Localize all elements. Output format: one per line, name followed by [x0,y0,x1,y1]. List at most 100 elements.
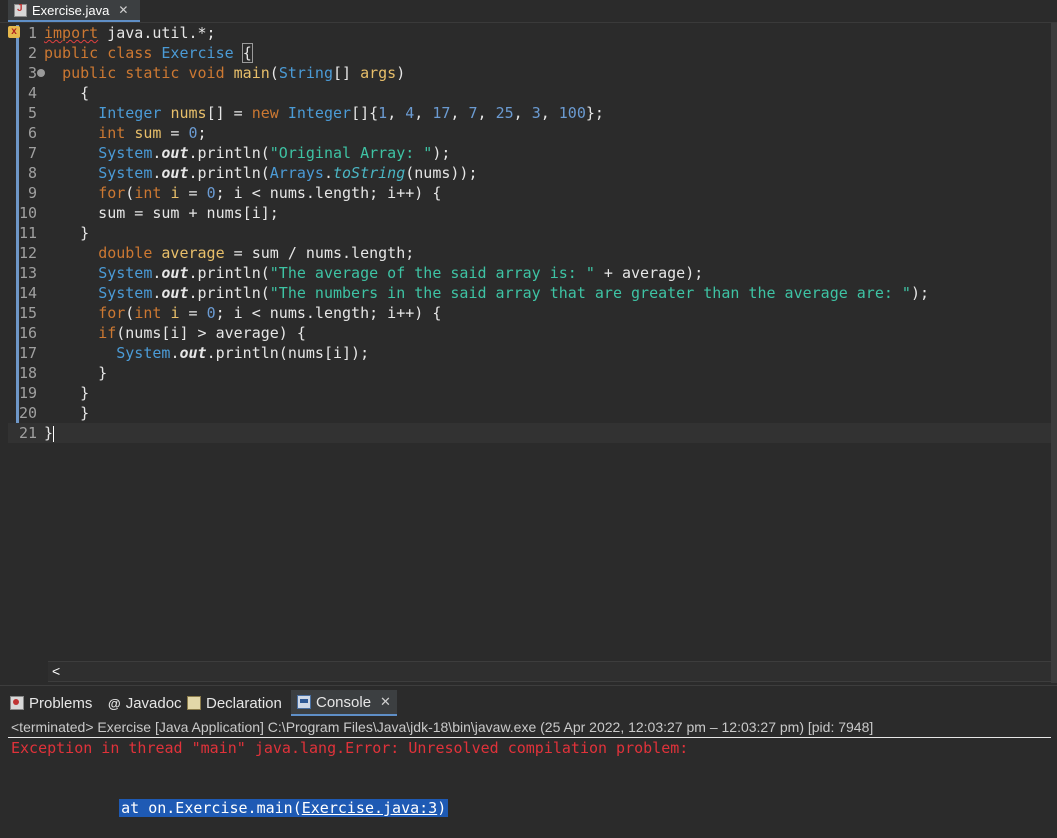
code-line[interactable]: 16 if(nums[i] > average) { [8,323,1057,343]
code-token: System [98,164,153,182]
code-text: if(nums[i] > average) { [44,324,306,342]
code-line[interactable]: 18 } [8,363,1057,383]
code-token: } [44,384,90,402]
line-number: 12 [18,244,37,262]
code-token: []{ [351,104,379,122]
code-token: ; [197,124,207,142]
code-token: sum [134,124,162,142]
line-number: 18 [18,364,37,382]
code-line[interactable]: 10 sum = sum + nums[i]; [8,203,1057,223]
tab-declaration[interactable]: Declaration [187,690,282,716]
code-text: System.out.println("Original Array: "); [44,144,450,162]
code-line[interactable]: 2 public class Exercise { [8,43,1057,63]
console-stack-trace-line: at on.Exercise.main(Exercise.java:3) [8,778,1057,838]
code-line[interactable]: 19 } [8,383,1057,403]
code-line[interactable]: 9 for(int i = 0; i < nums.length; i++) { [8,183,1057,203]
code-line[interactable]: 17 System.out.println(nums[i]); [8,343,1057,363]
close-icon[interactable]: ✕ [118,3,128,17]
line-number: 10 [18,204,37,222]
code-line[interactable]: 15 for(int i = 0; i < nums.length; i++) … [8,303,1057,323]
tab-problems[interactable]: Problems [10,690,92,716]
code-editor[interactable]: x 1 import java.util.*; 2 public class Exer… [8,23,1057,660]
console-view[interactable]: <terminated> Exercise [Java Application]… [8,717,1057,825]
line-number: 7 [27,144,37,162]
line-number: 17 [18,344,37,362]
code-token: } [44,364,108,382]
horizontal-scrollbar[interactable]: < [48,661,1051,682]
code-line[interactable]: 12 double average = sum / nums.length; [8,243,1057,263]
code-token: out [161,284,189,302]
fold-toggle-icon[interactable] [37,69,45,77]
code-text: import java.util.*; [44,24,216,42]
code-token: average [161,244,225,262]
editor-right-edge [1051,23,1057,683]
code-text: System.out.println(nums[i]); [44,344,369,362]
code-line[interactable]: 7 System.out.println("Original Array: ")… [8,143,1057,163]
editor-tab-exercise-java[interactable]: Exercise.java ✕ [8,0,140,22]
code-line[interactable]: 6 int sum = 0; [8,123,1057,143]
code-lines[interactable]: 1 import java.util.*; 2 public class Exerci… [8,23,1057,443]
code-token: public static void [62,64,234,82]
code-text: System.out.println(Arrays.toString(nums)… [44,164,478,182]
code-token: if [98,324,117,342]
line-number: 1 [27,24,37,42]
code-line[interactable]: 3 public static void main(String[] args) [8,63,1057,83]
code-line[interactable]: 14 System.out.println("The numbers in th… [8,283,1057,303]
code-token: [] [333,64,361,82]
code-line[interactable]: 11 } [8,223,1057,243]
line-number: 19 [18,384,37,402]
code-token: ( [269,64,279,82]
code-text: double average = sum / nums.length; [44,244,414,262]
code-token: main [233,64,270,82]
code-token: 3 [531,104,541,122]
code-token: , [513,104,532,122]
code-line[interactable]: 13 System.out.println("The average of th… [8,263,1057,283]
text-cursor [53,425,55,442]
code-token: } [44,424,54,442]
tab-javadoc[interactable]: @ Javadoc [108,690,182,716]
code-token: out [161,164,189,182]
code-token: String [278,64,333,82]
code-line[interactable]: 1 import java.util.*; [8,23,1057,43]
code-token: sum = sum + nums[i]; [44,204,279,222]
tab-problems-label: Problems [29,694,93,712]
code-line[interactable]: 8 System.out.println(Arrays.toString(num… [8,163,1057,183]
code-text: { [44,84,89,102]
code-line[interactable]: 20 } [8,403,1057,423]
code-token: for [98,304,126,322]
code-token: System [98,144,153,162]
stack-trace-link[interactable]: Exercise.java:3 [302,799,437,817]
code-token: .println( [188,264,270,282]
code-text: public static void main(String[] args) [44,64,405,82]
line-number: 16 [18,324,37,342]
code-token: int [134,304,171,322]
line-number: 15 [18,304,37,322]
code-token: ; i < nums.length; i++) { [215,304,442,322]
stack-trace-selection[interactable]: at on.Exercise.main(Exercise.java:3) [119,799,449,817]
code-token: ); [432,144,451,162]
code-token: . [323,164,333,182]
code-token: for [98,184,126,202]
code-token: 4 [405,104,415,122]
code-line[interactable]: 5 Integer nums[] = new Integer[]{1, 4, 1… [8,103,1057,123]
code-token: }; [585,104,604,122]
close-icon[interactable]: ✕ [380,694,391,710]
code-line[interactable]: 4 { [8,83,1057,103]
line-number: 20 [18,404,37,422]
scroll-left-icon[interactable]: < [52,662,60,681]
line-number: 21 [18,424,37,442]
line-number: 9 [27,184,37,202]
code-text: sum = sum + nums[i]; [44,204,279,222]
code-token: [] = [206,104,252,122]
code-token: 7 [468,104,478,122]
code-text: } [44,364,107,382]
code-token: 0 [206,184,216,202]
code-line[interactable]: 21} [8,423,1057,443]
tab-console[interactable]: Console ✕ [291,690,397,716]
code-token: (nums)); [405,164,478,182]
